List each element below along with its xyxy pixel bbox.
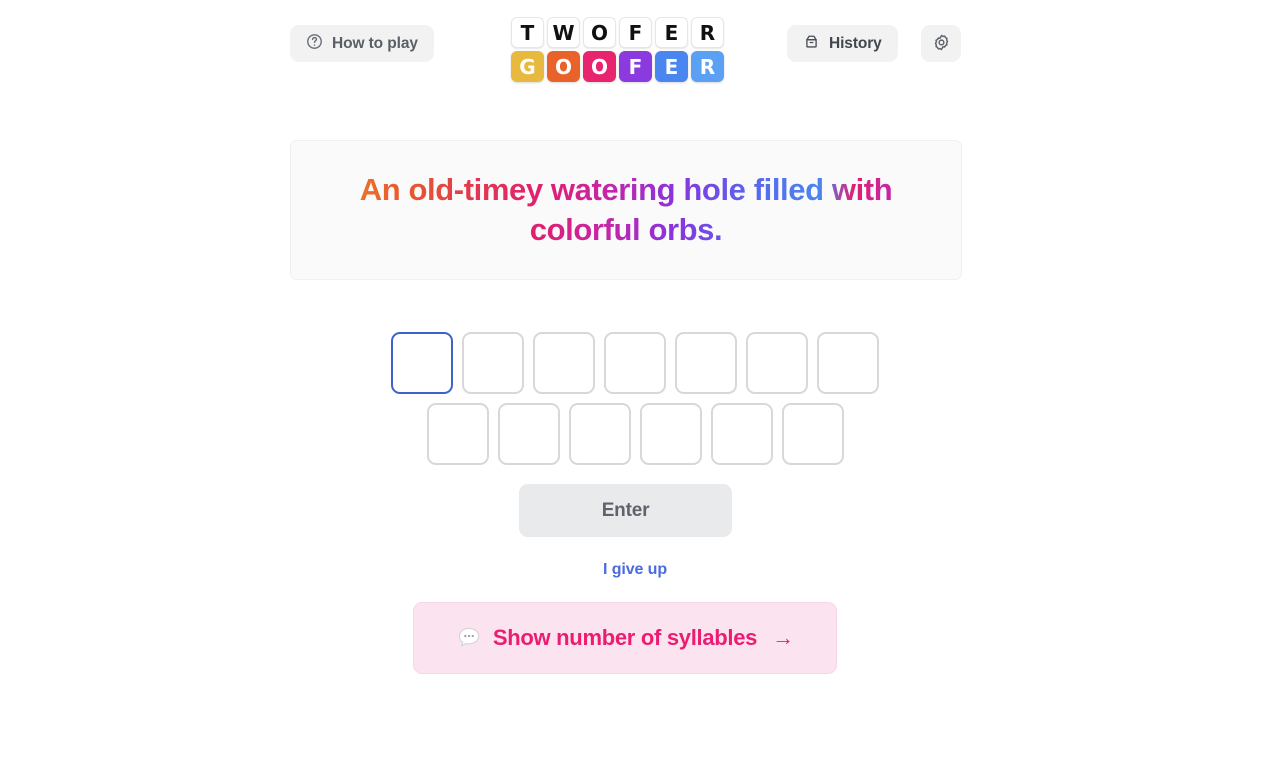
archive-box-icon: [803, 33, 820, 55]
give-up-link[interactable]: I give up: [0, 561, 1270, 579]
guess-tile-2-0[interactable]: [426, 403, 489, 465]
logo-tile-bottom-0: G: [511, 51, 544, 82]
game-logo: T W O F E R G O O F E R: [511, 17, 724, 82]
how-to-play-label: How to play: [332, 34, 418, 52]
enter-button[interactable]: Enter: [519, 484, 732, 537]
how-to-play-button[interactable]: How to play: [290, 25, 434, 62]
guess-tile-2-1[interactable]: [497, 403, 560, 465]
guess-tile-2-3[interactable]: [639, 403, 702, 465]
guess-tile-1-2[interactable]: [533, 332, 595, 394]
logo-tile-top-5: R: [691, 17, 724, 48]
question-circle-icon: [306, 33, 323, 55]
guess-tile-2-4[interactable]: [710, 403, 773, 465]
history-label: History: [829, 34, 882, 52]
logo-row-bottom: G O O F E R: [511, 51, 724, 82]
logo-tile-bottom-1: O: [547, 51, 580, 82]
guess-tile-1-1[interactable]: [462, 332, 524, 394]
logo-tile-top-0: T: [511, 17, 544, 48]
guess-row-2: [0, 403, 1270, 465]
guess-tile-1-3[interactable]: [604, 332, 666, 394]
app-root: How to play History T W O F E R G O O F …: [0, 0, 1270, 761]
guess-tile-1-5[interactable]: [746, 332, 808, 394]
logo-tile-top-2: O: [583, 17, 616, 48]
settings-button[interactable]: [921, 25, 961, 62]
logo-tile-top-3: F: [619, 17, 652, 48]
guess-tile-1-6[interactable]: [817, 332, 879, 394]
logo-tile-bottom-5: R: [691, 51, 724, 82]
clue-panel: An old-timey watering hole filled with c…: [290, 140, 962, 280]
gear-icon: [932, 33, 951, 55]
logo-tile-top-1: W: [547, 17, 580, 48]
guess-tile-1-0[interactable]: [391, 332, 453, 394]
logo-row-top: T W O F E R: [511, 17, 724, 48]
history-button[interactable]: History: [787, 25, 898, 62]
guess-row-1: [0, 332, 1270, 394]
logo-tile-top-4: E: [655, 17, 688, 48]
logo-tile-bottom-4: E: [655, 51, 688, 82]
clue-text: An old-timey watering hole filled with c…: [331, 170, 921, 250]
arrow-right-icon: →: [772, 625, 795, 650]
guess-grid: [0, 332, 1270, 474]
logo-tile-bottom-3: F: [619, 51, 652, 82]
show-syllables-button[interactable]: Show number of syllables →: [413, 602, 837, 674]
guess-tile-2-2[interactable]: [568, 403, 631, 465]
top-bar: How to play History T W O F E R G O O F …: [0, 0, 1270, 100]
guess-tile-2-5[interactable]: [781, 403, 844, 465]
speech-bubble-icon: [456, 625, 482, 651]
logo-tile-bottom-2: O: [583, 51, 616, 82]
guess-tile-1-4[interactable]: [675, 332, 737, 394]
show-syllables-label: Show number of syllables: [492, 625, 758, 650]
